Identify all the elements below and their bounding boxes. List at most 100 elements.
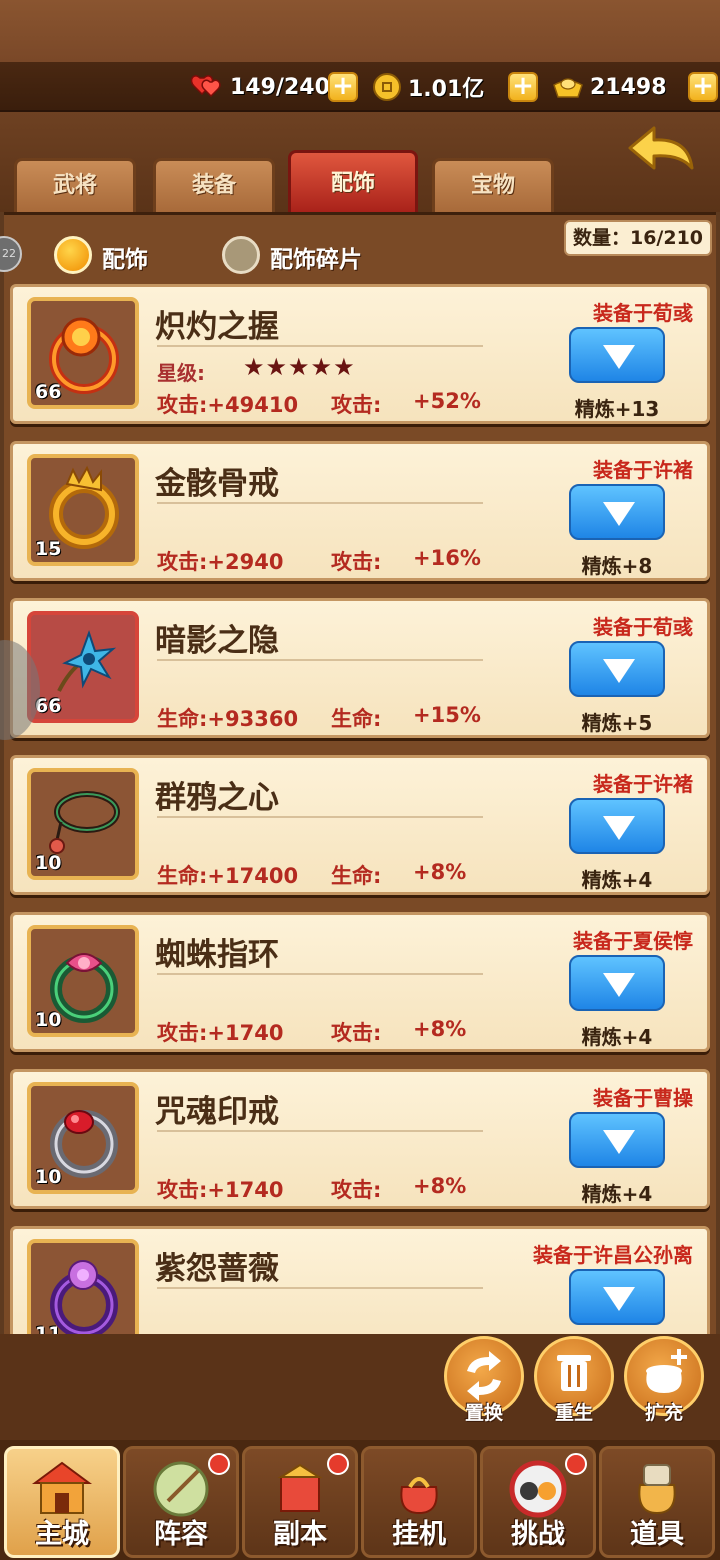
list-item[interactable]: 10 群鸦之心 生命:+17400 生命: +8% 装备于许褚 精炼+4 <box>10 755 710 895</box>
filter-accessory-radio[interactable] <box>54 236 92 274</box>
swap-label: 置换 <box>464 1402 503 1424</box>
divider <box>157 659 483 661</box>
nav-dungeon[interactable]: 副本 <box>242 1446 358 1558</box>
item-stat-secondary-value: +52% <box>413 389 481 413</box>
nav-challenge[interactable]: 挑战 <box>480 1446 596 1558</box>
item-stat-secondary-label: 生命: <box>331 864 382 888</box>
item-stat-secondary-value: +8% <box>413 1174 467 1198</box>
item-icon-frame: 10 <box>27 925 139 1037</box>
filter-fragments-radio[interactable] <box>222 236 260 274</box>
tab-generals[interactable]: 武将 <box>14 158 136 212</box>
divider <box>157 345 483 347</box>
item-icon-frame: 15 <box>27 454 139 566</box>
item-stat-secondary-label: 攻击: <box>331 550 382 574</box>
gold-value: 21498 <box>590 74 667 100</box>
item-stat-primary: 生命:+17400 <box>157 864 299 888</box>
divider <box>157 816 483 818</box>
nav-idle[interactable]: 挂机 <box>361 1446 477 1558</box>
filter-accessory-label: 配饰 <box>102 247 148 273</box>
back-arrow-icon[interactable] <box>626 124 696 180</box>
list-item[interactable]: 66 暗影之隐 生命:+93360 生命: +15% 装备于荀彧 精炼+5 <box>10 598 710 738</box>
item-name: 暗影之隐 <box>155 623 279 659</box>
item-stat-secondary-label: 生命: <box>331 707 382 731</box>
list-item[interactable]: 15 金骸骨戒 攻击:+2940 攻击: +16% 装备于许褚 精炼+8 <box>10 441 710 581</box>
top-band <box>0 0 720 62</box>
divider <box>157 502 483 504</box>
star-label: 星级: <box>157 361 205 385</box>
item-stat-secondary-value: +16% <box>413 546 481 570</box>
nav-label: 主城 <box>35 1519 89 1550</box>
inventory-count: 数量：16/210 <box>564 220 712 256</box>
item-icon-frame: 66 <box>27 611 139 723</box>
item-stat-secondary-label: 攻击: <box>331 1178 382 1202</box>
nav-main-city[interactable]: 主城 <box>4 1446 120 1558</box>
refine-level: 精炼+8 <box>581 554 653 578</box>
item-name: 咒魂印戒 <box>155 1094 279 1130</box>
notification-dot <box>208 1453 230 1475</box>
expand-button[interactable] <box>569 484 665 540</box>
item-stat-secondary-label: 攻击: <box>331 393 382 417</box>
item-name: 炽灼之握 <box>155 309 279 345</box>
expand-button[interactable] <box>569 1112 665 1168</box>
nav-label: 阵容 <box>154 1519 208 1550</box>
nav-lineup[interactable]: 阵容 <box>123 1446 239 1558</box>
heart-icon <box>190 75 221 98</box>
refine-level: 精炼+4 <box>581 1182 653 1206</box>
notification-dot <box>565 1453 587 1475</box>
item-level: 11 <box>35 1323 62 1334</box>
item-stat-secondary-value: +8% <box>413 1017 467 1041</box>
item-name: 金骸骨戒 <box>155 466 279 502</box>
tab-equipment[interactable]: 装备 <box>153 158 275 212</box>
tab-accessories[interactable]: 配饰 <box>288 150 418 212</box>
list-item[interactable]: 66 炽灼之握 星级: ★★★★★ 攻击:+49410 攻击: +52% 装备于… <box>10 284 710 424</box>
item-icon-frame: 10 <box>27 768 139 880</box>
divider <box>157 1130 483 1132</box>
item-icon-frame: 66 <box>27 297 139 409</box>
nav-label: 挑战 <box>511 1519 565 1550</box>
item-stat-primary: 生命:+93360 <box>157 707 299 731</box>
list-item[interactable]: 10 蜘蛛指环 攻击:+1740 攻击: +8% 装备于夏侯惇 精炼+4 <box>10 912 710 1052</box>
purple-rose-ring-icon <box>50 1260 118 1334</box>
list-item[interactable]: 11 紫怨蔷薇 装备于许昌公孙离 <box>10 1226 710 1334</box>
coin-icon <box>373 73 401 101</box>
nav-items[interactable]: 道具 <box>599 1446 715 1558</box>
tab-treasures[interactable]: 宝物 <box>432 158 554 212</box>
divider <box>157 1287 483 1289</box>
item-name: 群鸦之心 <box>155 780 279 816</box>
item-icon-frame: 10 <box>27 1082 139 1194</box>
nav-label: 挂机 <box>392 1519 446 1550</box>
list-item[interactable]: 10 咒魂印戒 攻击:+1740 攻击: +8% 装备于曹操 精炼+4 <box>10 1069 710 1209</box>
expand-bag-label: 扩充 <box>644 1402 683 1424</box>
expand-button[interactable] <box>569 798 665 854</box>
equipped-on: 装备于荀彧 <box>593 301 693 325</box>
add-coins-button[interactable]: + <box>508 72 538 102</box>
equipped-on: 装备于许褚 <box>593 772 693 796</box>
refine-level: 精炼+4 <box>581 868 653 892</box>
nav-label: 副本 <box>273 1519 327 1550</box>
coins-value: 1.01亿 <box>408 77 485 102</box>
expand-button[interactable] <box>569 955 665 1011</box>
expand-button[interactable] <box>569 641 665 697</box>
equipped-on: 装备于夏侯惇 <box>573 929 693 953</box>
item-stat-primary: 攻击:+1740 <box>157 1021 284 1045</box>
equipped-on: 装备于许褚 <box>593 458 693 482</box>
item-icon-frame: 11 <box>27 1239 139 1334</box>
equipped-on: 装备于曹操 <box>593 1086 693 1110</box>
add-gold-button[interactable]: + <box>688 72 718 102</box>
expand-button[interactable] <box>569 327 665 383</box>
equipped-on: 装备于荀彧 <box>593 615 693 639</box>
refine-level: 精炼+5 <box>581 711 653 735</box>
expand-button[interactable] <box>569 1269 665 1325</box>
item-name: 紫怨蔷薇 <box>155 1251 279 1287</box>
filter-fragments-label: 配饰碎片 <box>270 247 362 273</box>
item-stat-secondary-label: 攻击: <box>331 1021 382 1045</box>
item-name: 蜘蛛指环 <box>155 937 279 973</box>
item-stat-secondary-value: +15% <box>413 703 481 727</box>
item-level: 10 <box>35 852 62 874</box>
add-stamina-button[interactable]: + <box>328 72 358 102</box>
accessory-list: 66 炽灼之握 星级: ★★★★★ 攻击:+49410 攻击: +52% 装备于… <box>0 280 720 1334</box>
star-rating: ★★★★★ <box>243 353 356 381</box>
nav-label: 道具 <box>630 1519 684 1550</box>
gold-resource: 21498 <box>552 70 667 104</box>
item-stat-primary: 攻击:+49410 <box>157 393 299 417</box>
